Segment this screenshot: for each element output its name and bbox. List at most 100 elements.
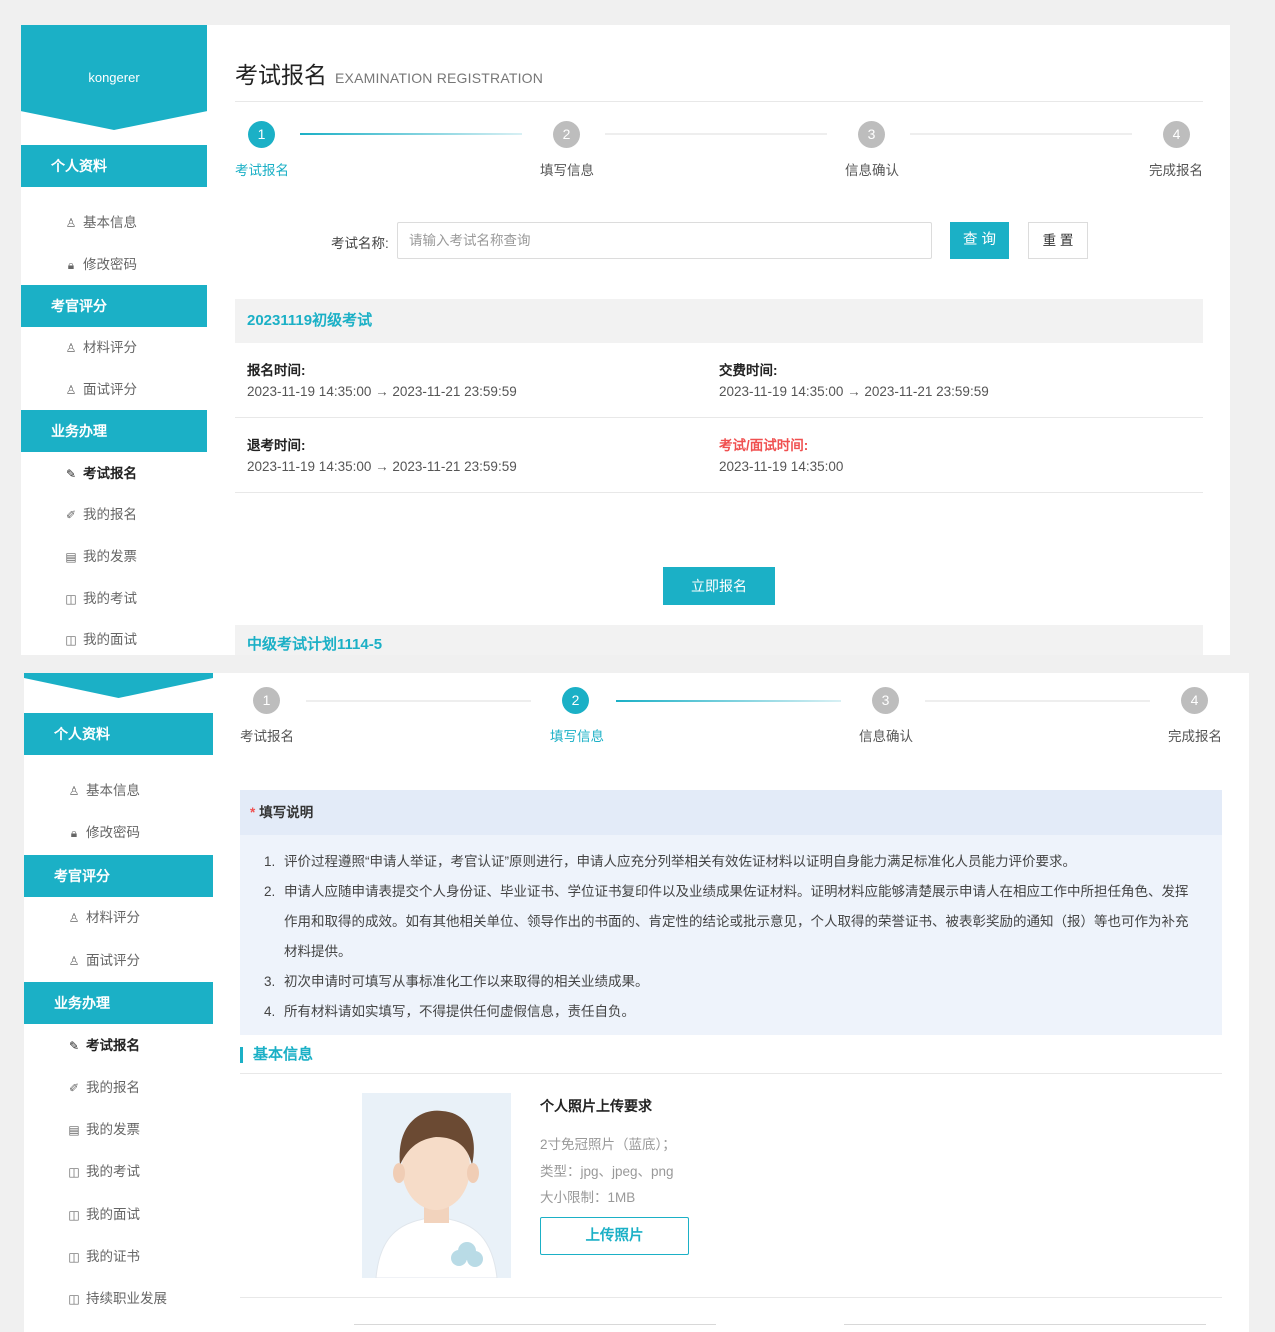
withdraw-time-value: 2023-11-19 14:35:00 → 2023-11-21 23:59:5… (247, 459, 517, 474)
page-title: 考试报名 EXAMINATION REGISTRATION (235, 62, 544, 88)
sidebar-item-label: 我的报名 (86, 1080, 140, 1095)
instructions-title: * 填写说明 (240, 790, 1222, 835)
step-1-label: 考试报名 (240, 729, 294, 744)
sidebar-item-interview-score[interactable]: ♙ 面试评分 (24, 940, 213, 982)
sidebar-item-change-password[interactable]: 🔒︎ 修改密码 (24, 812, 213, 854)
exam-name-input[interactable]: 请输入考试名称查询 (397, 222, 932, 259)
list-item: 2. 申请人应随申请表提交个人身份证、毕业证书、学位证书复印件以及业绩成果佐证材料… (264, 884, 1189, 959)
exam-time-value: 2023-11-19 14:35:00 (719, 459, 844, 474)
list-item: 1. 评价过程遵照“申请人举证，考官认证”原则进行，申请人应充分列举相关有效佐证材… (264, 854, 1076, 869)
book-icon: ◫ (68, 1208, 80, 1222)
sidebar-item-my-interview[interactable]: ◫ 我的面试 (24, 1194, 213, 1236)
sidebar-item-change-password[interactable]: 🔒︎ 修改密码 (21, 244, 207, 286)
sidebar-section-personal[interactable]: 个人资料 (21, 145, 207, 187)
sidebar: 个人资料 ♙ 基本信息 🔒︎ 修改密码 考官评分 ♙ 材料评分 ♙ 面试评分 业务办理 … (24, 673, 213, 1332)
photo-requirement: 大小限制：1MB (540, 1190, 636, 1205)
avatar-placeholder-icon (375, 1110, 498, 1278)
sidebar-item-basic-info[interactable]: ♙ 基本信息 (24, 770, 213, 812)
instructions-box: * 填写说明 1. 评价过程遵照“申请人举证，考官认证”原则进行，申请人应充分列举相… (240, 790, 1222, 1035)
sidebar-item-my-exam[interactable]: ◫ 我的考试 (24, 1151, 213, 1193)
exam-card-title: 20231119初级考试 (235, 299, 1203, 343)
step-connector (300, 133, 522, 135)
pencil-icon: ✎ (65, 467, 77, 481)
required-star: * (250, 805, 256, 820)
sidebar-item-label: 考试报名 (83, 466, 137, 481)
sidebar-item-label: 我的面试 (83, 632, 137, 647)
step-4-dot: 4 (1163, 121, 1190, 148)
sidebar-section-business[interactable]: 业务办理 (24, 982, 213, 1024)
step-connector (306, 700, 531, 702)
divider (235, 417, 1203, 418)
step-3-dot: 3 (858, 121, 885, 148)
sidebar-item-label: 我的报名 (83, 507, 137, 522)
step-2-label: 填写信息 (540, 163, 594, 178)
step-2-dot: 2 (553, 121, 580, 148)
step-3-label: 信息确认 (845, 163, 899, 178)
sidebar-item-label: 我的发票 (83, 549, 137, 564)
reset-button[interactable]: 重 置 (1028, 222, 1088, 259)
lock-icon: 🔒︎ (70, 826, 78, 840)
basic-info-title: 基本信息 (240, 1047, 313, 1063)
sidebar-item-label: 修改密码 (86, 825, 140, 840)
sidebar-section-examiner[interactable]: 考官评分 (24, 855, 213, 897)
sidebar-item-my-interview[interactable]: ◫ 我的面试 (21, 619, 207, 655)
exam-time-label: 考试/面试时间: (719, 438, 809, 453)
page-subtitle: EXAMINATION REGISTRATION (335, 70, 544, 86)
book-icon: ◫ (65, 592, 77, 606)
sidebar-item-label: 面试评分 (86, 953, 140, 968)
sidebar-item-label: 基本信息 (83, 215, 137, 230)
step-connector (910, 133, 1132, 135)
fee-time-value: 2023-11-19 14:35:00 → 2023-11-21 23:59:5… (719, 384, 989, 399)
sidebar-item-my-invoice[interactable]: ▤ 我的发票 (21, 536, 207, 578)
sidebar-item-label: 我的证书 (86, 1249, 140, 1264)
username: kongerer (88, 70, 140, 85)
sidebar-item-exam-registration[interactable]: ✎ 考试报名 (24, 1025, 213, 1067)
photo-placeholder (362, 1093, 511, 1278)
reg-time-label: 报名时间: (247, 363, 306, 378)
sidebar-item-interview-score[interactable]: ♙ 面试评分 (21, 369, 207, 411)
sidebar-item-label: 基本信息 (86, 783, 140, 798)
book-icon: ◫ (68, 1165, 80, 1179)
user-banner: kongerer (21, 25, 207, 130)
step-3-label: 信息确认 (859, 729, 913, 744)
user-icon: ♙ (65, 383, 77, 397)
book-icon: ◫ (68, 1250, 80, 1264)
sidebar-item-my-certificate[interactable]: ◫ 我的证书 (24, 1236, 213, 1278)
sidebar-item-cpd[interactable]: ◫ 持续职业发展 (24, 1278, 213, 1320)
sidebar-section-examiner[interactable]: 考官评分 (21, 285, 207, 327)
sidebar-section-personal[interactable]: 个人资料 (24, 713, 213, 755)
sidebar-item-label: 持续职业发展 (86, 1291, 167, 1306)
sidebar-item-exam-registration[interactable]: ✎ 考试报名 (21, 453, 207, 495)
step1-screenshot: kongerer 个人资料 ♙ 基本信息 🔒︎ 修改密码 考官评分 ♙ 材料评分 ♙ 面… (0, 0, 1275, 655)
invoice-icon: ▤ (65, 550, 77, 564)
sidebar-item-material-score[interactable]: ♙ 材料评分 (21, 327, 207, 369)
step-4-dot: 4 (1181, 687, 1208, 714)
query-button[interactable]: 查 询 (950, 222, 1009, 259)
step-connector (605, 133, 827, 135)
pencil-icon: ✎ (68, 1039, 80, 1053)
sidebar-item-basic-info[interactable]: ♙ 基本信息 (21, 202, 207, 244)
step-connector (616, 700, 841, 702)
sidebar-item-my-registration[interactable]: ✐ 我的报名 (21, 494, 207, 536)
step-connector (925, 700, 1150, 702)
sidebar-item-my-invoice[interactable]: ▤ 我的发票 (24, 1109, 213, 1151)
sidebar-item-label: 我的考试 (86, 1164, 140, 1179)
user-icon: ♙ (68, 784, 80, 798)
upload-photo-button[interactable]: 上传照片 (540, 1217, 689, 1255)
sidebar-item-label: 我的发票 (86, 1122, 140, 1137)
divider (240, 1073, 1222, 1074)
form-field-edge (354, 1324, 716, 1325)
step-1-label: 考试报名 (235, 163, 289, 178)
sidebar-item-label: 我的考试 (83, 591, 137, 606)
step-2-dot: 2 (562, 687, 589, 714)
user-icon: ♙ (65, 341, 77, 355)
step-1-dot: 1 (253, 687, 280, 714)
sidebar-section-business[interactable]: 业务办理 (21, 410, 207, 452)
sidebar-item-material-score[interactable]: ♙ 材料评分 (24, 897, 213, 939)
sidebar-item-label: 材料评分 (83, 340, 137, 355)
sidebar-item-my-exam[interactable]: ◫ 我的考试 (21, 578, 207, 620)
sidebar-item-my-registration[interactable]: ✐ 我的报名 (24, 1067, 213, 1109)
main-content: 1 2 3 4 考试报名 填写信息 信息确认 完成报名 * 填写说明 1. 评价过程… (213, 673, 1249, 1332)
user-icon: ♙ (65, 216, 77, 230)
apply-now-button[interactable]: 立即报名 (663, 567, 775, 605)
